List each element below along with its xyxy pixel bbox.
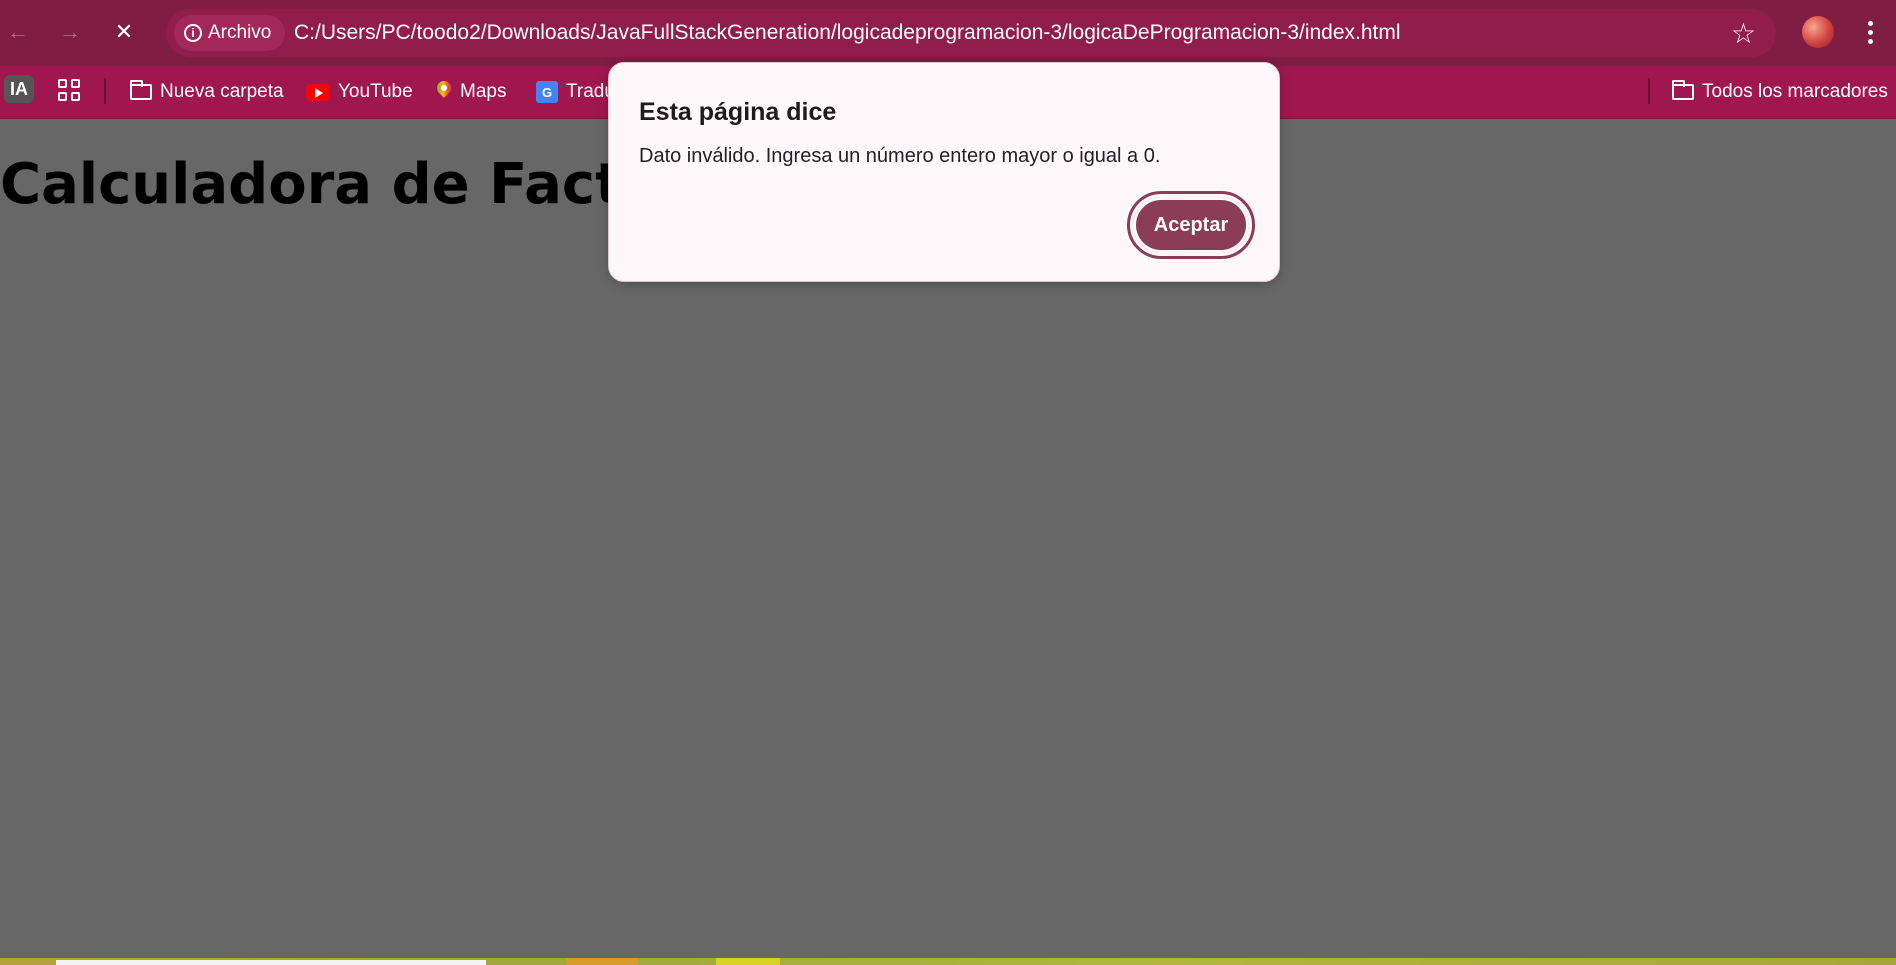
menu-dot [1867,20,1873,26]
maps-icon [436,81,452,103]
taskbar-item[interactable] [566,958,638,965]
accept-button[interactable]: Aceptar [1127,191,1255,259]
all-bookmarks-button[interactable]: Todos los marcadores [1672,76,1888,108]
apps-grid-icon[interactable] [58,79,80,101]
browser-toolbar: ← → ✕ i Archivo C:/Users/PC/toodo2/Downl… [0,0,1896,66]
folder-icon [1672,80,1694,100]
all-bookmarks-label: Todos los marcadores [1702,81,1888,102]
dialog-message: Dato inválido. Ingresa un número entero … [639,145,1161,167]
bookmark-star-icon[interactable]: ☆ [1731,17,1756,50]
bookmark-youtube[interactable]: YouTube [306,76,413,108]
dialog-title: Esta página dice [639,98,837,126]
back-button[interactable]: ← [0,14,36,50]
bookmarks-divider [104,78,106,104]
forward-button[interactable]: → [52,14,88,50]
translate-icon: G [536,81,558,103]
taskbar-item[interactable] [716,958,780,965]
menu-dot [1867,38,1873,44]
menu-dot [1867,29,1873,35]
bookmark-label: Maps [460,81,507,102]
site-info-chip[interactable]: i Archivo [174,15,286,51]
taskbar-item[interactable] [56,960,486,965]
stop-loading-button[interactable]: ✕ [106,14,142,50]
info-icon: i [184,24,202,42]
profile-avatar[interactable] [1802,16,1834,48]
browser-menu-button[interactable] [1860,14,1880,50]
bookmark-nueva-carpeta[interactable]: Nueva carpeta [130,76,284,108]
ia-bookmark[interactable]: IA [4,75,34,103]
bookmark-label: Nueva carpeta [160,81,284,102]
bookmark-label: YouTube [338,81,413,102]
page-title: Calculadora de Factori [0,152,708,217]
bookmark-traductor[interactable]: G Tradu [536,76,615,108]
taskbar-strip [0,958,1896,965]
site-info-label: Archivo [208,22,272,43]
bookmarks-divider [1648,78,1650,104]
youtube-icon [306,83,330,101]
url-text[interactable]: C:/Users/PC/toodo2/Downloads/JavaFullSta… [294,21,1401,45]
arrow-right-icon: → [59,19,81,44]
address-bar[interactable]: i Archivo C:/Users/PC/toodo2/Downloads/J… [166,9,1776,57]
alert-dialog: Esta página dice Dato inválido. Ingresa … [608,62,1280,282]
close-icon: ✕ [114,19,134,44]
arrow-left-icon: ← [7,19,29,44]
folder-icon [130,80,152,100]
bookmark-maps[interactable]: Maps [436,76,506,108]
